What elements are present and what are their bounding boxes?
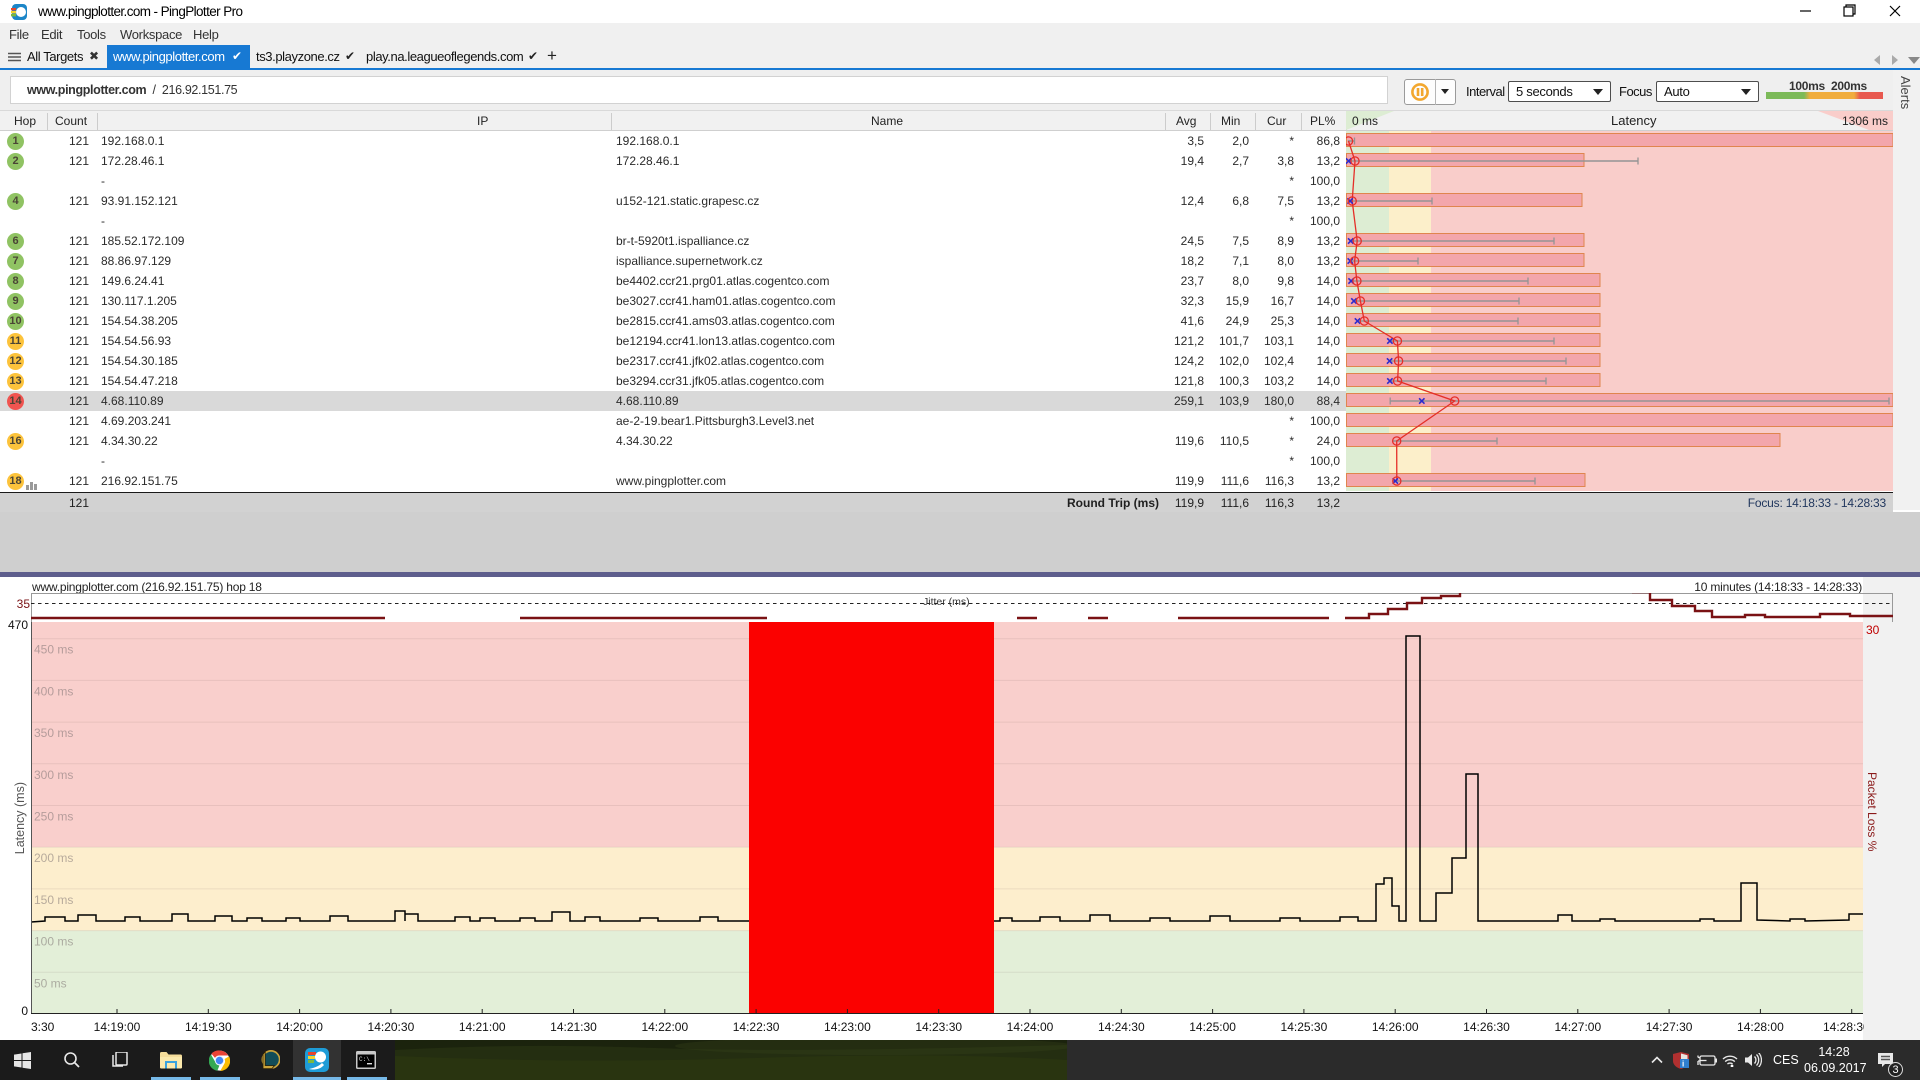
svg-text:50 ms: 50 ms [34, 976, 67, 990]
svg-text:400 ms: 400 ms [34, 684, 73, 698]
svg-text:250 ms: 250 ms [34, 810, 73, 824]
svg-text:150 ms: 150 ms [34, 893, 73, 907]
svg-text:200 ms: 200 ms [34, 851, 73, 865]
svg-text:100 ms: 100 ms [34, 935, 73, 949]
svg-text:300 ms: 300 ms [34, 768, 73, 782]
svg-text:450 ms: 450 ms [34, 643, 73, 657]
svg-text:C:\: C:\ [359, 1056, 370, 1063]
svg-text:350 ms: 350 ms [34, 726, 73, 740]
svg-text:i: i [1682, 1060, 1684, 1069]
